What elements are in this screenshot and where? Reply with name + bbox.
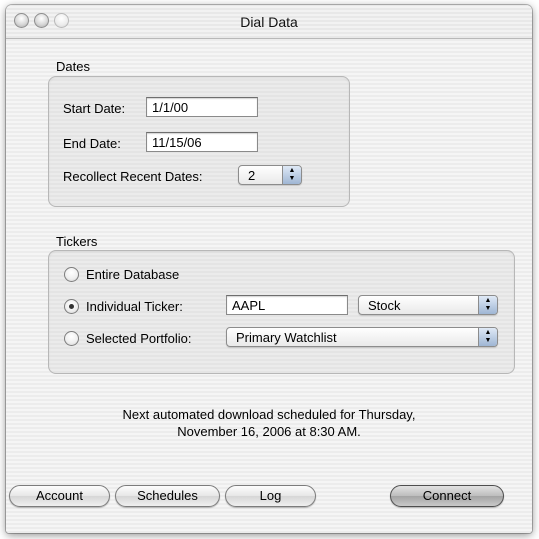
- tickers-section-label: Tickers: [56, 234, 98, 249]
- radio-entire-database-label: Entire Database: [86, 267, 180, 282]
- popup-arrows-icon: ▲ ▼: [282, 166, 301, 184]
- popup-arrows-icon: ▲ ▼: [478, 296, 497, 314]
- radio-selected-portfolio[interactable]: Selected Portfolio:: [64, 330, 224, 348]
- title-bar: Dial Data: [6, 5, 532, 39]
- end-date-field[interactable]: [146, 132, 258, 152]
- popup-arrows-icon: ▲ ▼: [478, 328, 497, 346]
- radio-selected-portfolio-label: Selected Portfolio:: [86, 331, 192, 346]
- recollect-recent-dates-value: 2: [248, 168, 256, 183]
- end-date-label: End Date:: [63, 136, 121, 151]
- start-date-field[interactable]: [146, 97, 258, 117]
- recollect-recent-dates-popup[interactable]: 2 ▲ ▼: [238, 165, 302, 185]
- schedules-button[interactable]: Schedules: [115, 485, 220, 507]
- connect-button[interactable]: Connect: [390, 485, 504, 507]
- dial-data-window: Dial Data Dates Start Date: End Date: Re…: [6, 5, 532, 533]
- portfolio-popup[interactable]: Primary Watchlist ▲ ▼: [226, 327, 498, 347]
- start-date-label: Start Date:: [63, 101, 126, 116]
- account-button[interactable]: Account: [9, 485, 110, 507]
- radio-individual-ticker[interactable]: Individual Ticker:: [64, 298, 224, 316]
- radio-button-selected[interactable]: [64, 299, 79, 314]
- ticker-type-value: Stock: [368, 298, 401, 313]
- window-title: Dial Data: [240, 14, 298, 30]
- next-download-message-line-1: Next automated download scheduled for Th…: [122, 407, 416, 422]
- recollect-recent-dates-label: Recollect Recent Dates:: [63, 169, 203, 184]
- radio-individual-ticker-label: Individual Ticker:: [86, 299, 183, 314]
- ticker-symbol-field[interactable]: [226, 295, 348, 315]
- next-download-message-line-2: November 16, 2006 at 8:30 AM.: [177, 424, 361, 439]
- radio-entire-database[interactable]: Entire Database: [64, 266, 244, 284]
- portfolio-value: Primary Watchlist: [236, 330, 337, 345]
- dates-section-label: Dates: [56, 59, 90, 74]
- radio-button[interactable]: [64, 267, 79, 282]
- ticker-type-popup[interactable]: Stock ▲ ▼: [358, 295, 498, 315]
- log-button[interactable]: Log: [225, 485, 316, 507]
- radio-button[interactable]: [64, 331, 79, 346]
